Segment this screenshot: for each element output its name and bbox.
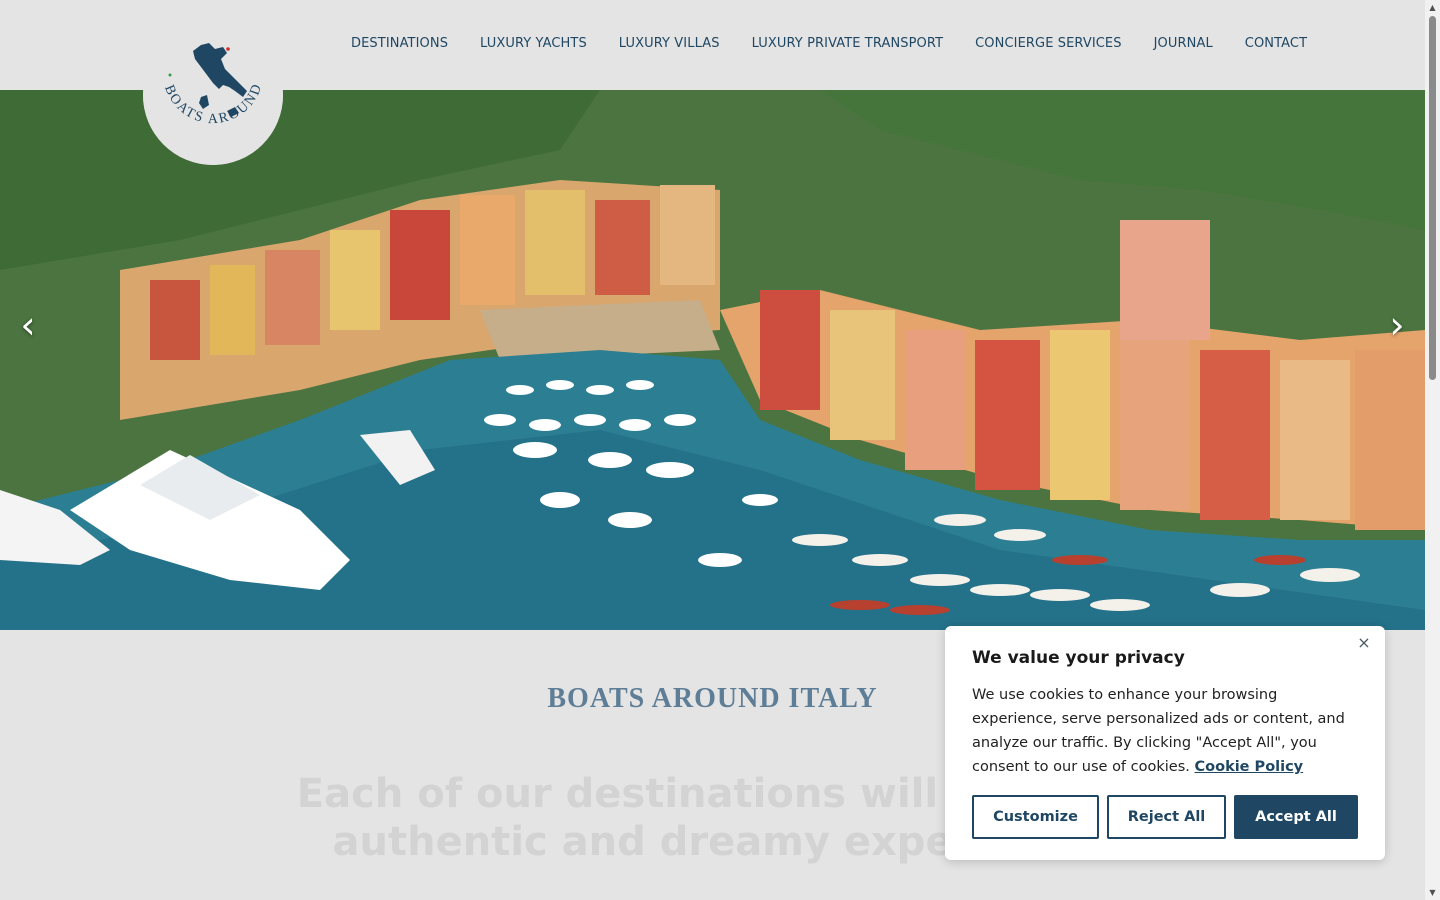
cookie-title: We value your privacy	[972, 648, 1185, 668]
close-icon[interactable]: ×	[1357, 634, 1371, 652]
carousel-next-button[interactable]: ›	[1377, 300, 1417, 350]
nav-luxury-villas[interactable]: LUXURY VILLAS	[603, 36, 736, 51]
scroll-down-icon[interactable]: ▼	[1425, 885, 1440, 900]
page-scrollbar[interactable]: ▲ ▼	[1425, 0, 1440, 900]
nav-luxury-yachts[interactable]: LUXURY YACHTS	[464, 36, 603, 51]
nav-concierge-services[interactable]: CONCIERGE SERVICES	[959, 36, 1137, 51]
site-logo[interactable]: BOATS AROUND ITALY	[143, 25, 283, 165]
customize-button[interactable]: Customize	[972, 795, 1099, 839]
chevron-left-icon: ‹	[20, 303, 36, 347]
logo-emblem: BOATS AROUND ITALY	[143, 25, 283, 165]
cookie-body: We use cookies to enhance your browsing …	[972, 683, 1364, 779]
scroll-up-icon[interactable]: ▲	[1425, 0, 1440, 15]
hero-carousel: ‹ ›	[0, 90, 1425, 630]
accept-all-button[interactable]: Accept All	[1234, 795, 1358, 839]
hero-image-portofino-harbor	[0, 90, 1425, 630]
reject-all-button[interactable]: Reject All	[1107, 795, 1226, 839]
scrollbar-thumb[interactable]	[1429, 16, 1436, 380]
chevron-right-icon: ›	[1389, 303, 1405, 347]
carousel-prev-button[interactable]: ‹	[8, 300, 48, 350]
cookie-policy-link[interactable]: Cookie Policy	[1195, 759, 1304, 775]
nav-luxury-private-transport[interactable]: LUXURY PRIVATE TRANSPORT	[736, 36, 960, 51]
nav-contact[interactable]: CONTACT	[1229, 36, 1323, 51]
nav-destinations[interactable]: DESTINATIONS	[335, 36, 464, 51]
cookie-consent-banner: × We value your privacy We use cookies t…	[945, 626, 1385, 860]
nav-journal[interactable]: JOURNAL	[1138, 36, 1229, 51]
main-nav: DESTINATIONS LUXURY YACHTS LUXURY VILLAS…	[335, 36, 1307, 51]
